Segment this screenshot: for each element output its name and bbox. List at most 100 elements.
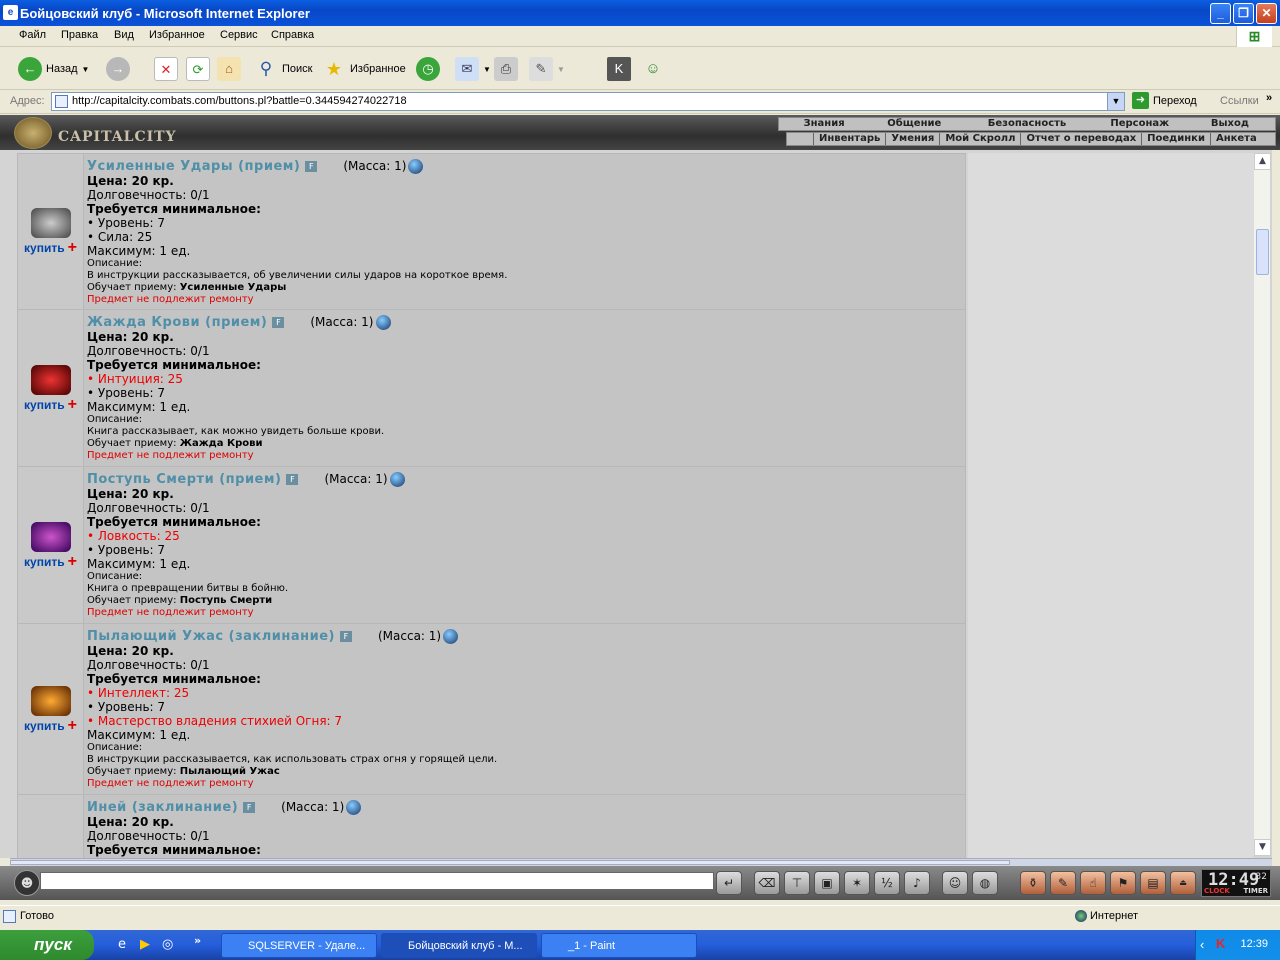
item-info: Пылающий Ужас (заклинание) F (Масса: 1) Це… (84, 624, 965, 794)
messenger-button[interactable]: ☺ (641, 55, 665, 83)
task-paint[interactable]: _1 - Paint (541, 933, 697, 958)
chevron-left-icon[interactable]: ‹ (1200, 937, 1204, 952)
menu-help[interactable]: Справка (271, 29, 314, 41)
menu-knowledge[interactable]: Знания (779, 118, 869, 130)
globe-icon[interactable] (408, 159, 424, 174)
menu-character[interactable]: Персонаж (1095, 118, 1185, 130)
chest-icon[interactable]: ▤ (1140, 871, 1166, 895)
exit-icon[interactable]: ⏏ (1170, 871, 1196, 895)
menu-communication[interactable]: Общение (869, 118, 959, 130)
item-skill: Пылающий Ужас (179, 766, 280, 777)
f-icon[interactable]: F (286, 474, 299, 485)
kaspersky-button[interactable]: K (607, 55, 631, 83)
globe-icon[interactable] (443, 629, 459, 644)
save-icon[interactable]: ▣ (814, 871, 840, 895)
item-name[interactable]: Пылающий Ужас (заклинание) (87, 629, 335, 644)
plus-icon[interactable]: + (68, 396, 77, 412)
f-icon[interactable]: F (339, 631, 352, 642)
address-input[interactable]: http://capitalcity.combats.com/buttons.p… (51, 92, 1125, 111)
menu-view[interactable]: Вид (114, 29, 134, 41)
links-button[interactable]: Ссылки (1220, 95, 1259, 107)
back-button[interactable]: ← Назад ▼ (18, 55, 89, 83)
map-icon[interactable]: ⚑ (1110, 871, 1136, 895)
menu-skills[interactable]: Умения (885, 133, 939, 145)
bag-icon[interactable]: ⚱ (1020, 871, 1046, 895)
item-description: В инструкции рассказывается, об увеличен… (87, 270, 508, 281)
edit-button[interactable]: ✎ ▼ (529, 55, 565, 83)
enter-icon[interactable]: ↵ (716, 871, 742, 895)
item-name[interactable]: Иней (заклинание) (87, 800, 238, 815)
helmet-icon[interactable]: ◍ (972, 871, 998, 895)
start-button[interactable]: пуск (0, 930, 94, 960)
kaspersky-tray-icon[interactable]: K (1216, 936, 1225, 951)
runner-icon[interactable]: ✶ (844, 871, 870, 895)
plus-icon[interactable]: + (68, 240, 77, 256)
menu-tools[interactable]: Сервис (220, 29, 258, 41)
media-quicklaunch-icon[interactable]: ▶ (140, 937, 150, 952)
f-icon[interactable]: F (305, 161, 318, 172)
mail-button[interactable]: ✉ ▼ (455, 55, 491, 83)
scroll-up-icon[interactable]: ▲ (1254, 153, 1271, 170)
item-name[interactable]: Усиленные Удары (прием) (87, 159, 300, 174)
buy-button[interactable]: купить + (24, 240, 77, 256)
item-name[interactable]: Поступь Смерти (прием) (87, 472, 281, 487)
stop-button[interactable]: ✕ (154, 55, 178, 83)
close-button[interactable]: ✕ (1256, 3, 1277, 24)
smiley-icon[interactable]: ☺ (942, 871, 968, 895)
item-price: Цена: 20 кр. (87, 644, 174, 658)
buy-button[interactable]: купить + (24, 717, 77, 733)
buy-button[interactable]: купить + (24, 396, 77, 412)
horizontal-scrollbar[interactable] (10, 858, 1272, 866)
search-button[interactable]: ⚲ Поиск (254, 55, 313, 83)
menu-battles[interactable]: Поединки (1141, 133, 1210, 145)
f-icon[interactable]: F (243, 802, 256, 813)
item-mass: (Масса: 1) (343, 159, 407, 173)
home-button[interactable]: ⌂ (217, 55, 241, 83)
browser-quicklaunch-icon[interactable]: ◎ (162, 937, 173, 952)
forward-button[interactable]: → (106, 55, 130, 83)
scroll-down-icon[interactable]: ▼ (1254, 839, 1271, 856)
menu-edit[interactable]: Правка (61, 29, 98, 41)
task-sqlserver[interactable]: SQLSERVER - Удале... (221, 933, 377, 958)
globe-icon[interactable] (389, 472, 405, 487)
globe-icon[interactable] (346, 800, 362, 815)
filter-icon[interactable]: ⊤ (784, 871, 810, 895)
minimize-button[interactable]: _ (1210, 3, 1231, 24)
globe-icon[interactable] (375, 315, 391, 330)
menu-favorites[interactable]: Избранное (149, 29, 205, 41)
chat-head-icon[interactable]: ☻ (14, 870, 40, 896)
item-image-cell (18, 795, 84, 858)
task-ie[interactable]: Бойцовский клуб - М... (381, 933, 537, 958)
chevron-down-icon[interactable]: ▼ (1107, 93, 1124, 110)
chat-input[interactable] (40, 872, 714, 890)
menu-file[interactable]: Файл (19, 29, 46, 41)
fraction-icon[interactable]: ½ (874, 871, 900, 895)
f-icon[interactable]: F (272, 317, 285, 328)
hands-icon[interactable]: ☝ (1080, 871, 1106, 895)
chevron-right-icon[interactable]: » (1266, 92, 1272, 104)
maximize-button[interactable]: ❐ (1233, 3, 1254, 24)
menu-transfer-report[interactable]: Отчет о переводах (1020, 133, 1141, 145)
print-button[interactable]: ⎙ (494, 55, 518, 83)
eraser-icon[interactable]: ⌫ (754, 871, 780, 895)
menu-inventory[interactable]: Инвентарь (813, 133, 885, 145)
buy-button[interactable]: купить + (24, 553, 77, 569)
menu-profile[interactable]: Анкета (1209, 133, 1262, 145)
menu-my-scroll[interactable]: Мой Скролл (939, 133, 1020, 145)
go-button[interactable]: ➜ Переход (1132, 92, 1197, 109)
scroll-thumb[interactable] (1256, 229, 1269, 275)
refresh-button[interactable]: ⟳ (186, 55, 210, 83)
item-name[interactable]: Жажда Крови (прием) (87, 315, 267, 330)
favorites-button[interactable]: ★ Избранное (322, 55, 406, 83)
plus-icon[interactable]: + (68, 717, 77, 733)
history-button[interactable]: ◷ (416, 55, 440, 83)
hscroll-thumb[interactable] (10, 860, 1010, 865)
scroll-icon[interactable]: ✎ (1050, 871, 1076, 895)
chevron-right-icon[interactable]: » (194, 934, 201, 947)
ie-quicklaunch-icon[interactable]: e (118, 937, 126, 952)
menu-security[interactable]: Безопасность (959, 118, 1094, 130)
sound-icon[interactable]: ♪ (904, 871, 930, 895)
plus-icon[interactable]: + (68, 553, 77, 569)
vertical-scrollbar[interactable]: ▲ ▼ (1253, 153, 1271, 856)
menu-exit[interactable]: Выход (1185, 118, 1275, 130)
